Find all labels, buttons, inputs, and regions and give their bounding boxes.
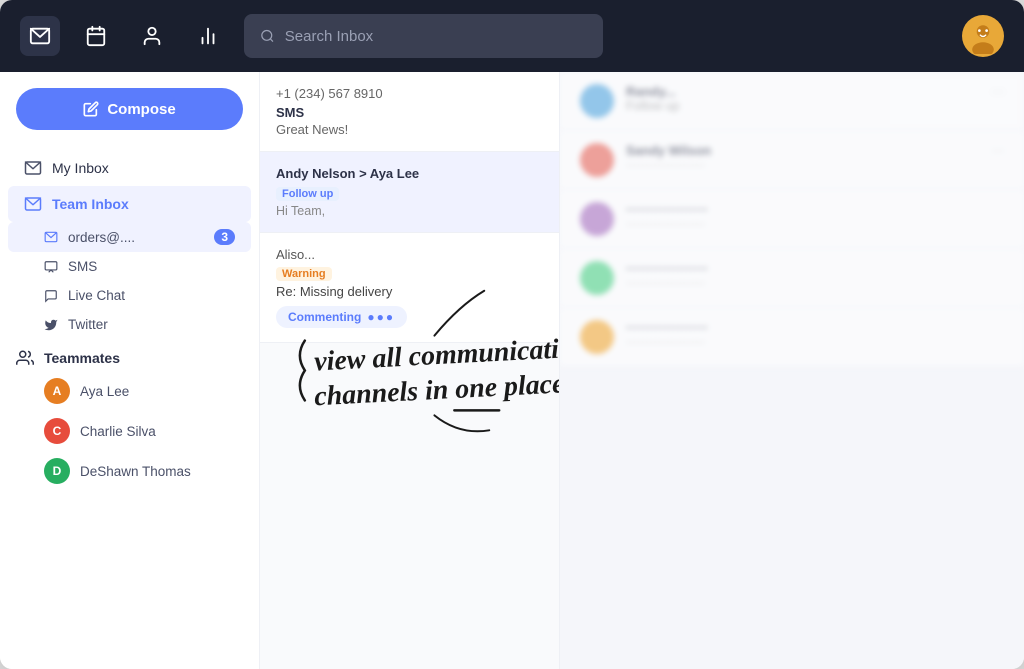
conversation-item-delivery[interactable]: Aliso... Warning Re: Missing delivery Co…	[260, 233, 559, 343]
sidebar-teammate-deshawn[interactable]: D DeShawn Thomas	[8, 451, 251, 491]
user-avatar[interactable]	[962, 15, 1004, 57]
sidebar-sub-orders[interactable]: orders@.... 3	[8, 222, 251, 252]
right-avatar-5	[580, 320, 614, 354]
commenting-button[interactable]: Commenting ●●●	[276, 306, 407, 328]
right-conv-3[interactable]: ··················· ···················	[560, 190, 1024, 249]
nav-reports-icon[interactable]	[188, 16, 228, 56]
orders-badge: 3	[214, 229, 235, 245]
right-conv-5[interactable]: ··················· ···················	[560, 308, 1024, 367]
right-conv-4[interactable]: ··················· ···················	[560, 249, 1024, 308]
conversation-item-sms[interactable]: +1 (234) 567 8910 SMS Great News!	[260, 72, 559, 152]
team-inbox-label: Team Inbox	[52, 196, 129, 212]
middle-panel: +1 (234) 567 8910 SMS Great News! Andy N…	[260, 72, 560, 669]
main-content: Compose My Inbox Team Inbox orders@	[0, 72, 1024, 669]
right-avatar-2	[580, 143, 614, 177]
right-avatar-3	[580, 202, 614, 236]
sidebar-sub-twitter[interactable]: Twitter	[8, 310, 251, 339]
sidebar-teammate-aya[interactable]: A Aya Lee	[8, 371, 251, 411]
charlie-avatar: C	[44, 418, 70, 444]
sidebar-item-team-inbox[interactable]: Team Inbox	[8, 186, 251, 222]
teammates-header: Teammates	[0, 339, 259, 371]
sidebar-item-my-inbox[interactable]: My Inbox	[8, 150, 251, 186]
search-icon	[260, 28, 275, 44]
nav-calendar-icon[interactable]	[76, 16, 116, 56]
sidebar-sub-livechat[interactable]: Live Chat	[8, 281, 251, 310]
right-avatar-4	[580, 261, 614, 295]
app-container: Compose My Inbox Team Inbox orders@	[0, 0, 1024, 669]
sidebar: Compose My Inbox Team Inbox orders@	[0, 72, 260, 669]
compose-button[interactable]: Compose	[16, 88, 243, 130]
sidebar-sub-sms[interactable]: SMS	[8, 252, 251, 281]
nav-contacts-icon[interactable]	[132, 16, 172, 56]
aya-avatar: A	[44, 378, 70, 404]
follow-up-tag: Follow up	[276, 187, 339, 201]
sidebar-teammate-charlie[interactable]: C Charlie Silva	[8, 411, 251, 451]
search-bar[interactable]	[244, 14, 603, 58]
svg-text:channels in one place: channels in one place	[314, 368, 559, 412]
deshawn-avatar: D	[44, 458, 70, 484]
right-avatar-1	[580, 84, 614, 118]
warning-tag: Warning	[276, 267, 332, 281]
conversation-item-andy[interactable]: Andy Nelson > Aya Lee Follow up Hi Team,	[260, 152, 559, 233]
right-panel: Randy... Follow up ··· Sandy Wilson ····…	[560, 72, 1024, 669]
top-nav	[0, 0, 1024, 72]
right-conv-1[interactable]: Randy... Follow up ···	[560, 72, 1024, 131]
nav-inbox-icon[interactable]	[20, 16, 60, 56]
search-input[interactable]	[285, 28, 587, 45]
right-conv-2[interactable]: Sandy Wilson ··················· ···	[560, 131, 1024, 190]
